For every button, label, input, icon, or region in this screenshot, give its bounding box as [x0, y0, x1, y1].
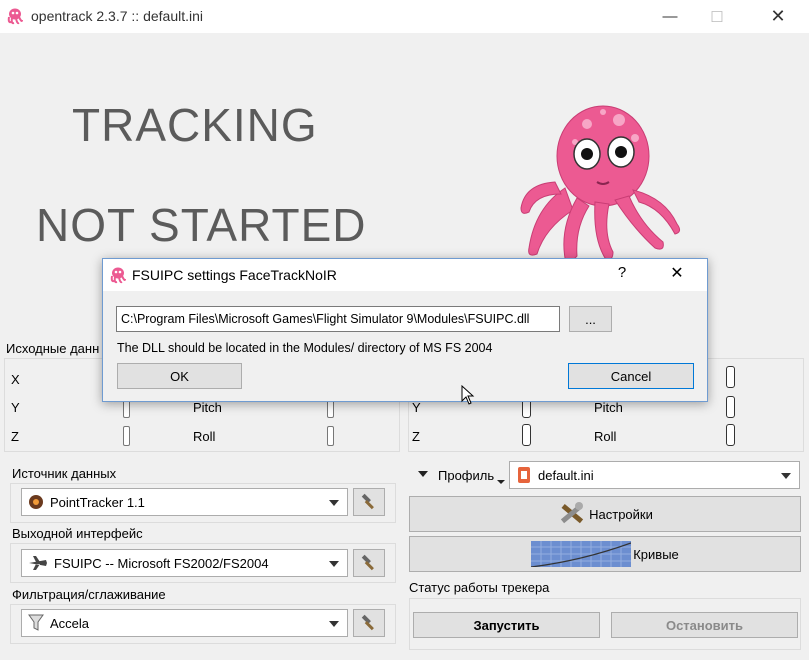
filter-value: Accela	[50, 615, 90, 631]
maximize-button[interactable]: ☐	[694, 0, 740, 33]
game-pitch-label: Pitch	[594, 400, 623, 415]
filter-select[interactable]: Accela	[21, 609, 348, 637]
hammer-icon	[361, 614, 374, 631]
raw-z-label: Z	[11, 429, 19, 444]
dll-location-note: The DLL should be located in the Modules…	[117, 341, 493, 355]
raw-x-label: X	[11, 372, 20, 387]
profile-file-icon	[518, 467, 530, 483]
tracking-status-line2: NOT STARTED	[36, 199, 367, 251]
close-button[interactable]: ✕	[755, 0, 801, 33]
tracker-status-label: Статус работы трекера	[409, 580, 550, 595]
octopus-icon	[110, 267, 126, 284]
octopus-mascot	[520, 105, 681, 262]
profile-menu-arrow-icon[interactable]	[418, 469, 428, 479]
game-x-rot-value-box	[726, 366, 735, 388]
title-bar: opentrack 2.3.7 :: default.ini — ☐ ✕	[0, 0, 809, 33]
stop-button[interactable]: Остановить	[611, 612, 798, 638]
profile-value: default.ini	[538, 467, 594, 483]
fsuipc-settings-dialog: FSUIPC settings FaceTrackNoIR ? ✕ C:\Pro…	[102, 258, 708, 402]
game-z-value-box	[522, 424, 531, 446]
profile-select[interactable]: default.ini	[509, 461, 800, 489]
raw-y-label: Y	[11, 400, 20, 415]
tools-icon	[561, 502, 584, 524]
tracking-status-line1: TRACKING	[72, 99, 318, 151]
mouse-cursor-icon	[461, 385, 475, 405]
start-button[interactable]: Запустить	[413, 612, 600, 638]
chevron-down-icon	[329, 500, 339, 506]
source-select[interactable]: PointTracker 1.1	[21, 488, 348, 516]
pointtracker-icon	[29, 495, 43, 509]
output-label: Выходной интерфейс	[12, 526, 143, 541]
window-title: opentrack 2.3.7 :: default.ini	[31, 8, 203, 24]
cancel-button[interactable]: Cancel	[568, 363, 694, 389]
curves-label: Кривые	[633, 546, 679, 562]
game-z-label: Z	[412, 429, 420, 444]
game-pitch-value-box	[726, 396, 735, 418]
game-roll-value-box	[726, 424, 735, 446]
minimize-button[interactable]: —	[647, 0, 693, 33]
browse-button[interactable]: ...	[569, 306, 612, 332]
source-settings-button[interactable]	[353, 488, 385, 516]
octopus-icon	[7, 8, 23, 25]
source-label: Источник данных	[12, 466, 117, 481]
output-settings-button[interactable]	[353, 549, 385, 577]
output-select[interactable]: FSUIPC -- Microsoft FS2002/FS2004	[21, 549, 348, 577]
raw-data-label: Исходные данн	[6, 341, 100, 356]
settings-button[interactable]: Настройки	[409, 496, 801, 532]
dll-path-field[interactable]: C:\Program Files\Microsoft Games\Flight …	[116, 306, 560, 332]
output-value: FSUIPC -- Microsoft FS2002/FS2004	[54, 555, 269, 571]
game-y-label: Y	[412, 400, 421, 415]
curves-button[interactable]: Кривые	[409, 536, 801, 572]
hammer-icon	[361, 493, 374, 510]
curve-graph-icon	[531, 541, 632, 567]
filter-label: Фильтрация/сглаживание	[12, 587, 166, 602]
dialog-title: FSUIPC settings FaceTrackNoIR	[132, 267, 337, 283]
chevron-down-icon	[781, 473, 791, 479]
filter-settings-button[interactable]	[353, 609, 385, 637]
funnel-icon	[28, 614, 44, 631]
ok-button[interactable]: OK	[117, 363, 242, 389]
chevron-down-icon	[329, 621, 339, 627]
chevron-down-icon	[329, 561, 339, 567]
settings-label: Настройки	[589, 506, 653, 522]
dialog-help-button[interactable]: ?	[607, 264, 637, 286]
airplane-icon	[29, 556, 47, 570]
raw-roll-label: Roll	[193, 429, 216, 444]
raw-pitch-label: Pitch	[193, 400, 222, 415]
game-roll-label: Roll	[594, 429, 617, 444]
profile-dropdown-small-icon[interactable]	[497, 480, 505, 484]
profile-label[interactable]: Профиль	[438, 468, 494, 483]
raw-roll-value-box	[327, 426, 334, 446]
raw-z-value-box	[123, 426, 130, 446]
hammer-icon	[361, 554, 374, 571]
dialog-close-button[interactable]: ✕	[659, 263, 695, 287]
dialog-title-bar: FSUIPC settings FaceTrackNoIR ? ✕	[103, 259, 707, 291]
source-value: PointTracker 1.1	[50, 494, 145, 510]
